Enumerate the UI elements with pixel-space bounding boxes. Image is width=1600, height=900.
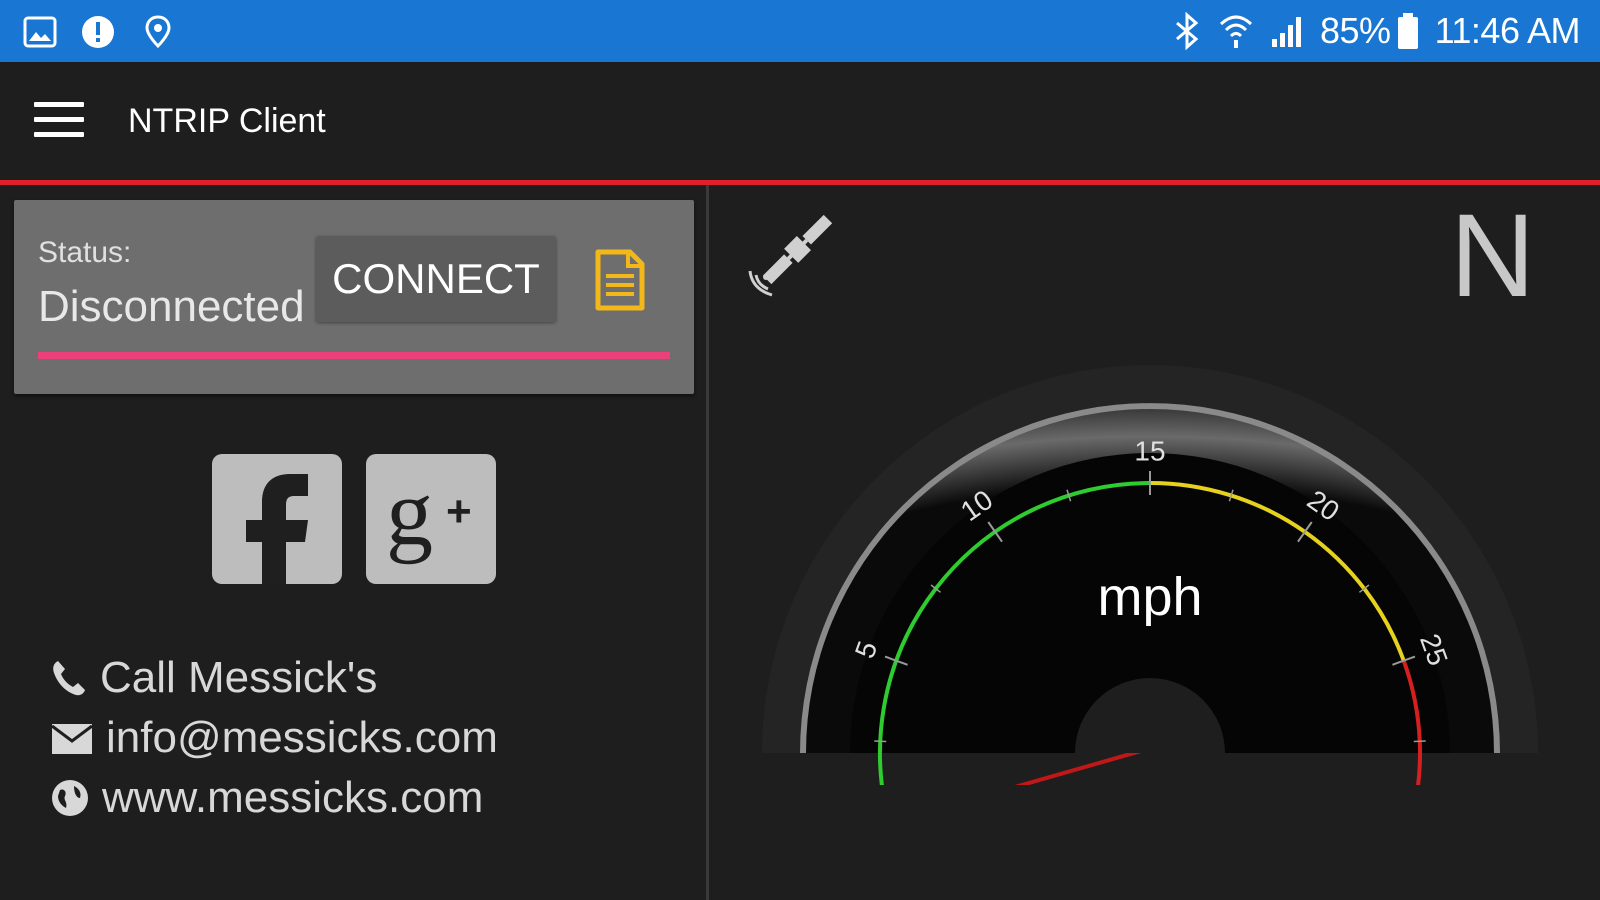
toolbar-accent-line: [0, 180, 1600, 185]
clock: 11:46 AM: [1434, 10, 1581, 51]
satellite-icon[interactable]: [746, 205, 842, 301]
battery-percent: 85%: [1320, 10, 1391, 51]
email-contact-link[interactable]: info@messicks.com: [50, 712, 498, 764]
connect-button[interactable]: CONNECT: [316, 236, 556, 322]
website-contact-text: www.messicks.com: [102, 773, 484, 822]
call-contact-link[interactable]: Call Messick's: [50, 652, 377, 704]
alert-icon: [82, 16, 114, 48]
website-contact-link[interactable]: www.messicks.com: [50, 772, 483, 824]
speedometer-gauge: 051015202530 mph: [762, 365, 1538, 785]
gauge-tick: [1413, 740, 1426, 743]
email-icon: [51, 724, 93, 754]
bluetooth-icon: [1176, 12, 1199, 50]
connection-progress-line: [38, 352, 670, 359]
facebook-icon[interactable]: [212, 454, 342, 584]
battery-icon: [1397, 13, 1418, 49]
phone-icon: [53, 661, 85, 696]
system-status-bar: 85% 11:46 AM: [0, 0, 1600, 62]
gauge-tick-label: 15: [1134, 435, 1165, 466]
email-contact-text: info@messicks.com: [106, 713, 498, 762]
google-plus-icon[interactable]: g +: [366, 454, 496, 584]
connection-status-card: Status: Disconnected CONNECT: [14, 200, 694, 394]
document-icon[interactable]: [592, 248, 648, 312]
status-label: Status:: [38, 236, 132, 269]
call-contact-text: Call Messick's: [100, 653, 378, 702]
status-bar-right: 85% 11:46 AM: [1172, 0, 1581, 62]
compass-heading: N: [1450, 190, 1536, 322]
signal-icon: [1272, 17, 1301, 47]
wifi-icon: [1219, 15, 1253, 48]
speed-unit-label: mph: [1097, 567, 1202, 627]
hamburger-menu-icon[interactable]: [34, 100, 84, 140]
globe-icon: [52, 780, 88, 816]
app-screen: 85% 11:46 AM NTRIP Client Status: Discon…: [0, 0, 1600, 900]
app-title: NTRIP Client: [128, 102, 326, 140]
gallery-icon: [23, 16, 57, 48]
svg-text:+: +: [446, 487, 472, 536]
app-toolbar: NTRIP Client: [0, 62, 1600, 180]
svg-text:g: g: [386, 461, 433, 565]
gauge-tick: [874, 740, 887, 743]
location-pin-icon: [145, 15, 171, 49]
status-value: Disconnected: [38, 282, 305, 331]
